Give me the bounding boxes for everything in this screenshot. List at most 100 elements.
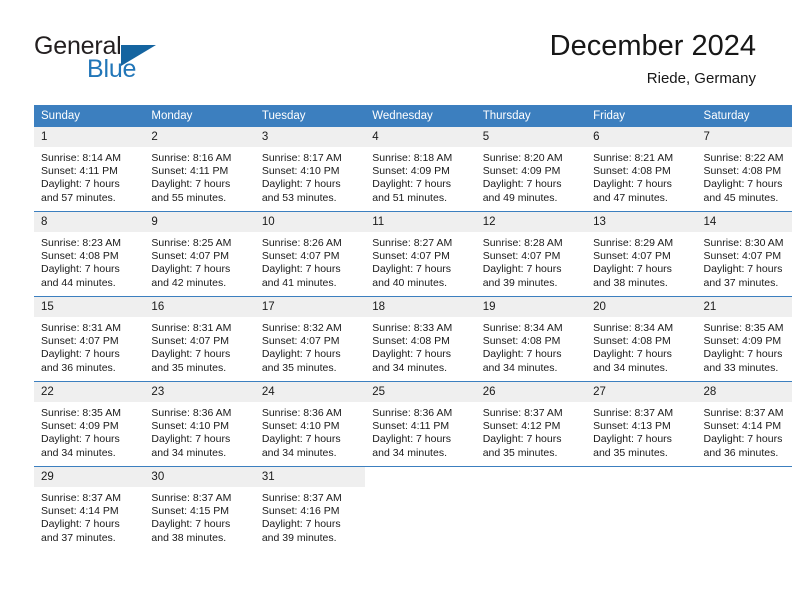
- calendar-day-cell-empty: [475, 466, 587, 551]
- daylight-duration-line1: Daylight: 7 hours: [593, 348, 672, 361]
- daylight-duration-line2: and 36 minutes.: [703, 446, 779, 459]
- calendar-day-cell[interactable]: 8 Sunrise: 8:23 AM Sunset: 4:08 PM Daylight…: [34, 211, 145, 297]
- calendar-day-cell[interactable]: 24 Sunrise: 8:36 AM Sunset: 4:10 PM Dayligh…: [254, 381, 366, 467]
- calendar-day-cell[interactable]: 5 Sunrise: 8:20 AM Sunset: 4:09 PM Daylight…: [475, 127, 587, 212]
- day-cell-inner: 5 Sunrise: 8:20 AM Sunset: 4:09 PM Daylight…: [475, 127, 587, 211]
- calendar-day-cell[interactable]: 28 Sunrise: 8:37 AM Sunset: 4:14 PM Dayligh…: [696, 381, 792, 467]
- day-cell-inner: 12 Sunrise: 8:28 AM Sunset: 4:07 PM Dayligh…: [475, 212, 587, 296]
- daylight-duration-line1: Daylight: 7 hours: [151, 178, 231, 191]
- calendar-day-cell[interactable]: 7 Sunrise: 8:22 AM Sunset: 4:08 PM Daylight…: [696, 127, 792, 212]
- sunrise-time: Sunrise: 8:37 AM: [482, 407, 563, 419]
- sunset-time: Sunset: 4:07 PM: [703, 250, 782, 263]
- day-details: Sunrise: 8:16 AM Sunset: 4:11 PM Daylight:…: [144, 147, 254, 205]
- calendar-day-cell[interactable]: 20 Sunrise: 8:34 AM Sunset: 4:08 PM Dayligh…: [586, 296, 697, 382]
- calendar-day-cell[interactable]: 16 Sunrise: 8:31 AM Sunset: 4:07 PM Dayligh…: [144, 296, 255, 382]
- daylight-duration-line2: and 49 minutes.: [482, 191, 558, 204]
- logo-text-blue: Blue: [87, 55, 137, 83]
- calendar-day-cell[interactable]: 4 Sunrise: 8:18 AM Sunset: 4:09 PM Daylight…: [365, 127, 476, 212]
- calendar-day-cell[interactable]: 22 Sunrise: 8:35 AM Sunset: 4:09 PM Dayligh…: [34, 381, 145, 467]
- daylight-duration-line2: and 34 minutes.: [372, 361, 447, 374]
- calendar-day-cell[interactable]: 31 Sunrise: 8:37 AM Sunset: 4:16 PM Dayligh…: [254, 466, 366, 551]
- day-number: 22: [34, 382, 145, 402]
- calendar-day-cell[interactable]: 3 Sunrise: 8:17 AM Sunset: 4:10 PM Daylight…: [254, 127, 366, 212]
- calendar-day-cell[interactable]: 17 Sunrise: 8:32 AM Sunset: 4:07 PM Dayligh…: [254, 296, 366, 382]
- calendar-day-cell[interactable]: 21 Sunrise: 8:35 AM Sunset: 4:09 PM Dayligh…: [696, 296, 792, 382]
- day-cell-inner: [586, 467, 696, 551]
- sunrise-time: Sunrise: 8:35 AM: [41, 407, 121, 419]
- calendar-day-cell[interactable]: 27 Sunrise: 8:37 AM Sunset: 4:13 PM Dayligh…: [586, 381, 697, 467]
- daylight-duration-line1: Daylight: 7 hours: [703, 263, 783, 276]
- day-details: Sunrise: 8:37 AM Sunset: 4:14 PM Daylight:…: [697, 402, 792, 460]
- calendar-day-cell[interactable]: 23 Sunrise: 8:36 AM Sunset: 4:10 PM Dayligh…: [144, 381, 255, 467]
- calendar-day-cell[interactable]: 15 Sunrise: 8:31 AM Sunset: 4:07 PM Dayligh…: [34, 296, 145, 382]
- day-number: 15: [34, 297, 145, 317]
- daylight-duration-line1: Daylight: 7 hours: [593, 178, 672, 191]
- sunset-time: Sunset: 4:14 PM: [41, 505, 119, 518]
- daylight-duration-line1: Daylight: 7 hours: [261, 263, 341, 276]
- daylight-duration-line1: Daylight: 7 hours: [482, 178, 562, 191]
- day-details: Sunrise: 8:31 AM Sunset: 4:07 PM Daylight:…: [34, 317, 144, 375]
- day-cell-inner: 19 Sunrise: 8:34 AM Sunset: 4:08 PM Dayligh…: [475, 297, 587, 381]
- daylight-duration-line1: Daylight: 7 hours: [41, 433, 120, 446]
- daylight-duration-line2: and 39 minutes.: [261, 531, 337, 544]
- calendar-day-cell[interactable]: 10 Sunrise: 8:26 AM Sunset: 4:07 PM Dayligh…: [254, 211, 366, 297]
- sunrise-time: Sunrise: 8:37 AM: [151, 492, 232, 504]
- day-details: Sunrise: 8:36 AM Sunset: 4:10 PM Daylight:…: [255, 402, 365, 460]
- calendar-day-cell[interactable]: 6 Sunrise: 8:21 AM Sunset: 4:08 PM Daylight…: [586, 127, 697, 212]
- day-number: [697, 467, 792, 487]
- daylight-duration-line2: and 45 minutes.: [703, 191, 779, 204]
- sunset-time: Sunset: 4:07 PM: [482, 250, 561, 263]
- daylight-duration-line1: Daylight: 7 hours: [482, 348, 562, 361]
- calendar-day-cell[interactable]: 25 Sunrise: 8:36 AM Sunset: 4:11 PM Dayligh…: [365, 381, 476, 467]
- daylight-duration-line1: Daylight: 7 hours: [593, 433, 672, 446]
- daylight-duration-line2: and 40 minutes.: [372, 276, 447, 289]
- sunrise-time: Sunrise: 8:37 AM: [593, 407, 674, 419]
- weekday-header-saturday: Saturday: [696, 105, 792, 127]
- calendar-day-cell[interactable]: 19 Sunrise: 8:34 AM Sunset: 4:08 PM Dayligh…: [475, 296, 587, 382]
- daylight-duration-line1: Daylight: 7 hours: [261, 433, 341, 446]
- day-cell-inner: 2 Sunrise: 8:16 AM Sunset: 4:11 PM Daylight…: [144, 127, 255, 211]
- sunrise-time: Sunrise: 8:17 AM: [261, 152, 342, 164]
- calendar-day-cell[interactable]: 1 Sunrise: 8:14 AM Sunset: 4:11 PM Daylight…: [34, 127, 145, 212]
- day-number: 19: [475, 297, 587, 317]
- sunrise-time: Sunrise: 8:36 AM: [261, 407, 342, 419]
- daylight-duration-line1: Daylight: 7 hours: [151, 433, 231, 446]
- day-number: 18: [365, 297, 476, 317]
- day-details: Sunrise: 8:37 AM Sunset: 4:12 PM Daylight:…: [476, 402, 586, 460]
- day-number: 20: [586, 297, 697, 317]
- day-details: Sunrise: 8:20 AM Sunset: 4:09 PM Daylight:…: [476, 147, 586, 205]
- calendar-day-cell[interactable]: 30 Sunrise: 8:37 AM Sunset: 4:15 PM Dayligh…: [144, 466, 255, 551]
- daylight-duration-line1: Daylight: 7 hours: [372, 348, 452, 361]
- calendar-day-cell[interactable]: 11 Sunrise: 8:27 AM Sunset: 4:07 PM Dayligh…: [365, 211, 476, 297]
- calendar-day-cell[interactable]: 14 Sunrise: 8:30 AM Sunset: 4:07 PM Dayligh…: [696, 211, 792, 297]
- calendar-day-cell[interactable]: 9 Sunrise: 8:25 AM Sunset: 4:07 PM Daylight…: [144, 211, 255, 297]
- sunrise-time: Sunrise: 8:21 AM: [593, 152, 674, 164]
- sunset-time: Sunset: 4:07 PM: [151, 335, 230, 348]
- day-cell-inner: 18 Sunrise: 8:33 AM Sunset: 4:08 PM Dayligh…: [365, 297, 476, 381]
- day-cell-inner: 8 Sunrise: 8:23 AM Sunset: 4:08 PM Daylight…: [34, 212, 145, 296]
- daylight-duration-line1: Daylight: 7 hours: [703, 433, 783, 446]
- day-number: 21: [696, 297, 792, 317]
- sunset-time: Sunset: 4:08 PM: [482, 335, 561, 348]
- calendar-day-cell[interactable]: 13 Sunrise: 8:29 AM Sunset: 4:07 PM Dayligh…: [586, 211, 697, 297]
- calendar-day-cell[interactable]: 29 Sunrise: 8:37 AM Sunset: 4:14 PM Dayligh…: [34, 466, 145, 551]
- day-details: Sunrise: 8:17 AM Sunset: 4:10 PM Daylight:…: [255, 147, 365, 205]
- daylight-duration-line2: and 53 minutes.: [261, 191, 337, 204]
- daylight-duration-line1: Daylight: 7 hours: [482, 263, 562, 276]
- daylight-duration-line1: Daylight: 7 hours: [261, 178, 341, 191]
- day-cell-inner: 20 Sunrise: 8:34 AM Sunset: 4:08 PM Dayligh…: [586, 297, 697, 381]
- daylight-duration-line1: Daylight: 7 hours: [41, 518, 120, 531]
- calendar-day-cell[interactable]: 12 Sunrise: 8:28 AM Sunset: 4:07 PM Dayligh…: [475, 211, 587, 297]
- sunset-time: Sunset: 4:09 PM: [372, 165, 450, 178]
- daylight-duration-line2: and 34 minutes.: [372, 446, 447, 459]
- general-blue-logo[interactable]: General Blue: [34, 33, 234, 87]
- calendar-day-cell[interactable]: 2 Sunrise: 8:16 AM Sunset: 4:11 PM Daylight…: [144, 127, 255, 212]
- sunset-time: Sunset: 4:08 PM: [41, 250, 119, 263]
- calendar-day-cell[interactable]: 26 Sunrise: 8:37 AM Sunset: 4:12 PM Dayligh…: [475, 381, 587, 467]
- sunset-time: Sunset: 4:08 PM: [593, 335, 671, 348]
- day-cell-inner: 13 Sunrise: 8:29 AM Sunset: 4:07 PM Dayligh…: [586, 212, 697, 296]
- calendar-day-cell-empty: [696, 466, 792, 551]
- sunset-time: Sunset: 4:08 PM: [372, 335, 450, 348]
- calendar-day-cell[interactable]: 18 Sunrise: 8:33 AM Sunset: 4:08 PM Dayligh…: [365, 296, 476, 382]
- day-details: Sunrise: 8:14 AM Sunset: 4:11 PM Daylight:…: [34, 147, 144, 205]
